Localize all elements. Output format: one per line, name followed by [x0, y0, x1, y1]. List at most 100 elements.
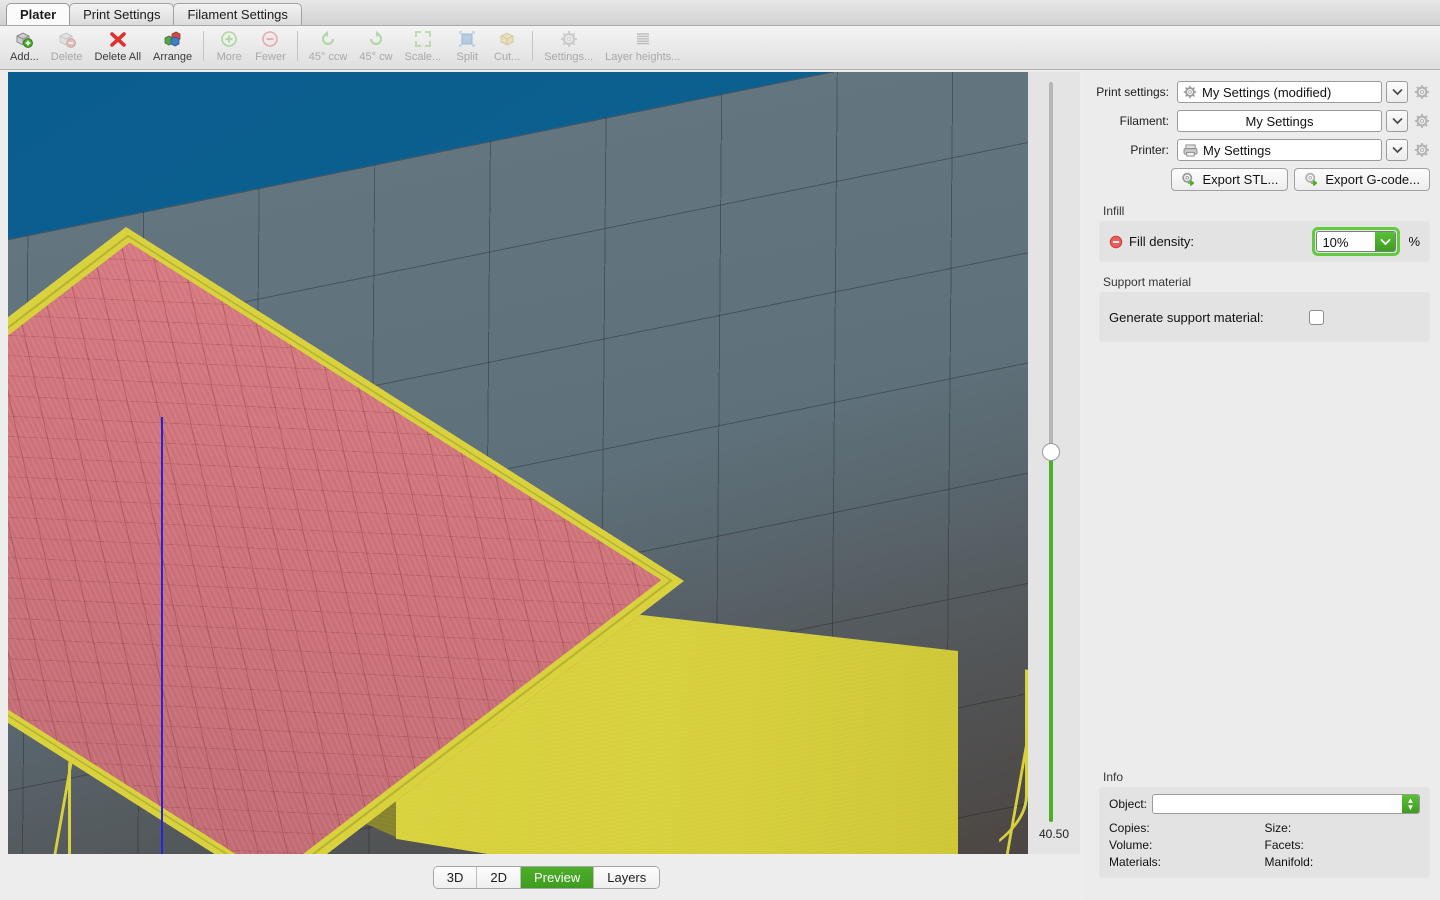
fill-density-label-text: Fill density:: [1129, 234, 1195, 249]
export-stl-icon: [1181, 172, 1197, 187]
view-mode-2d[interactable]: 2D: [477, 866, 521, 888]
preset-dropdown-filament[interactable]: [1386, 110, 1408, 132]
toolbar-label-rotate-ccw: 45° ccw: [308, 51, 348, 63]
preset-field-printer[interactable]: My Settings: [1177, 139, 1382, 161]
field-label-generate-support: Generate support material:: [1109, 310, 1309, 325]
toolbar-button-rotate-cw[interactable]: 45° cw: [353, 26, 398, 68]
info-label-facets: Facets:: [1264, 838, 1304, 852]
fill-density-value: 10%: [1322, 235, 1349, 250]
canvas-wrapper: 40.50: [8, 72, 1080, 854]
field-label-fill-density: Fill density:: [1109, 234, 1312, 249]
toolbar-button-delete[interactable]: Delete: [45, 26, 89, 68]
preset-field-print-settings[interactable]: My Settings (modified): [1177, 81, 1382, 103]
preset-row-print-settings: Print settings: My Settings (modified): [1089, 80, 1432, 104]
tab-plater[interactable]: Plater: [6, 3, 71, 25]
group-title-support-material: Support material: [1103, 275, 1192, 289]
scale-icon: [412, 29, 434, 49]
layer-slider[interactable]: 40.50: [1028, 72, 1080, 854]
toolbar-label-more: More: [216, 51, 242, 63]
toolbar-button-layer-heights[interactable]: Layer heights...: [599, 26, 686, 68]
preset-label-printer: Printer:: [1130, 143, 1169, 157]
toolbar-label-scale: Scale...: [404, 51, 442, 63]
view-mode-bar: 3D 2D Preview Layers: [0, 854, 1085, 900]
chevron-down-icon: [1392, 88, 1403, 96]
export-stl-button[interactable]: Export STL...: [1171, 168, 1289, 191]
generate-support-label-text: Generate support material:: [1109, 309, 1264, 325]
toolbar-label-delete: Delete: [50, 51, 83, 63]
generate-support-checkbox[interactable]: [1309, 309, 1324, 325]
rotate-cw-icon: [365, 29, 387, 49]
tab-plater-label: Plater: [20, 7, 57, 22]
chevron-down-icon: [1380, 238, 1391, 246]
fill-density-unit: %: [1408, 234, 1420, 249]
preset-row-filament: Filament: My Settings: [1089, 109, 1432, 133]
more-copies-icon: [218, 29, 240, 49]
toolbar-button-more[interactable]: More: [209, 26, 249, 68]
toolbar-label-add: Add...: [10, 51, 39, 63]
info-label-volume: Volume:: [1109, 838, 1153, 852]
plater-toolbar: Add... Delete Delete All Arrange More Fe…: [0, 26, 1440, 70]
preset-field-filament[interactable]: My Settings: [1177, 110, 1382, 132]
preset-edit-filament[interactable]: [1412, 110, 1432, 132]
gear-icon: [1414, 113, 1430, 129]
toolbar-label-layer-heights: Layer heights...: [605, 51, 681, 63]
add-object-icon: [13, 29, 35, 49]
info-label-size: Size:: [1264, 821, 1292, 835]
group-title-infill: Infill: [1103, 204, 1125, 218]
info-label-copies: Copies:: [1109, 821, 1150, 835]
chevron-down-icon: [1392, 117, 1403, 125]
tab-print-settings[interactable]: Print Settings: [69, 3, 175, 25]
layer-slider-thumb[interactable]: [1042, 443, 1060, 461]
rotate-ccw-icon: [317, 29, 339, 49]
info-row-object: Object: ▲ ▼: [1109, 794, 1420, 814]
export-stl-label: Export STL...: [1202, 172, 1279, 187]
preset-edit-printer[interactable]: [1412, 139, 1432, 161]
group-box-info: Object: ▲ ▼ Copies: Size: Volume: Facets…: [1099, 787, 1430, 878]
preset-value-print-settings: My Settings (modified): [1202, 84, 1332, 100]
delete-all-icon: [107, 29, 129, 49]
toolbar-label-arrange: Arrange: [153, 51, 193, 63]
export-gcode-label: Export G-code...: [1325, 172, 1420, 187]
spinner-arrows-icon[interactable]: ▲ ▼: [1402, 795, 1419, 813]
settings-gear-icon: [558, 29, 580, 49]
preset-value-filament: My Settings: [1245, 113, 1314, 129]
export-button-row: Export STL... Export G-code...: [1089, 168, 1432, 191]
view-mode-preview[interactable]: Preview: [520, 866, 595, 888]
toolbar-label-delete-all: Delete All: [94, 51, 142, 63]
fill-density-combobox[interactable]: 10%: [1316, 231, 1397, 252]
arrange-icon: [162, 29, 184, 49]
cut-icon: [496, 29, 518, 49]
toolbar-button-arrange[interactable]: Arrange: [147, 26, 198, 68]
preset-dropdown-print-settings[interactable]: [1386, 81, 1408, 103]
fill-density-dropdown-button[interactable]: [1375, 232, 1396, 251]
toolbar-button-settings[interactable]: Settings...: [538, 26, 599, 68]
toolbar-label-split: Split: [456, 51, 478, 63]
view-mode-3d[interactable]: 3D: [433, 866, 478, 888]
export-gcode-icon: [1304, 172, 1320, 187]
view-mode-layers[interactable]: Layers: [594, 866, 660, 888]
toolbar-button-rotate-ccw[interactable]: 45° ccw: [303, 26, 354, 68]
tab-filament-settings[interactable]: Filament Settings: [173, 3, 302, 25]
info-label-object: Object:: [1109, 797, 1148, 811]
3d-preview-canvas[interactable]: [8, 72, 1028, 854]
toolbar-button-fewer[interactable]: Fewer: [249, 26, 292, 68]
tab-filament-settings-label: Filament Settings: [187, 7, 288, 22]
preset-edit-print-settings[interactable]: [1412, 81, 1432, 103]
preset-dropdown-printer[interactable]: [1386, 139, 1408, 161]
info-object-combobox[interactable]: ▲ ▼: [1152, 794, 1420, 814]
toolbar-button-delete-all[interactable]: Delete All: [89, 26, 147, 68]
fewer-copies-icon: [259, 29, 281, 49]
toolbar-button-cut[interactable]: Cut...: [487, 26, 527, 68]
toolbar-button-split[interactable]: Split: [447, 26, 487, 68]
printer-icon: [1183, 143, 1198, 157]
toolbar-button-add[interactable]: Add...: [4, 26, 45, 68]
layer-heights-icon: [632, 29, 654, 49]
delete-object-icon: [56, 29, 78, 49]
main-area: 40.50 3D 2D Preview Layers Print setting…: [0, 70, 1440, 900]
toolbar-button-scale[interactable]: Scale...: [399, 26, 448, 68]
export-gcode-button[interactable]: Export G-code...: [1294, 168, 1430, 191]
group-box-infill: Fill density: 10% %: [1099, 221, 1430, 262]
layer-slider-fill: [1049, 454, 1053, 822]
gear-icon: [1414, 84, 1430, 100]
layer-slider-value: 40.50: [1038, 827, 1070, 841]
